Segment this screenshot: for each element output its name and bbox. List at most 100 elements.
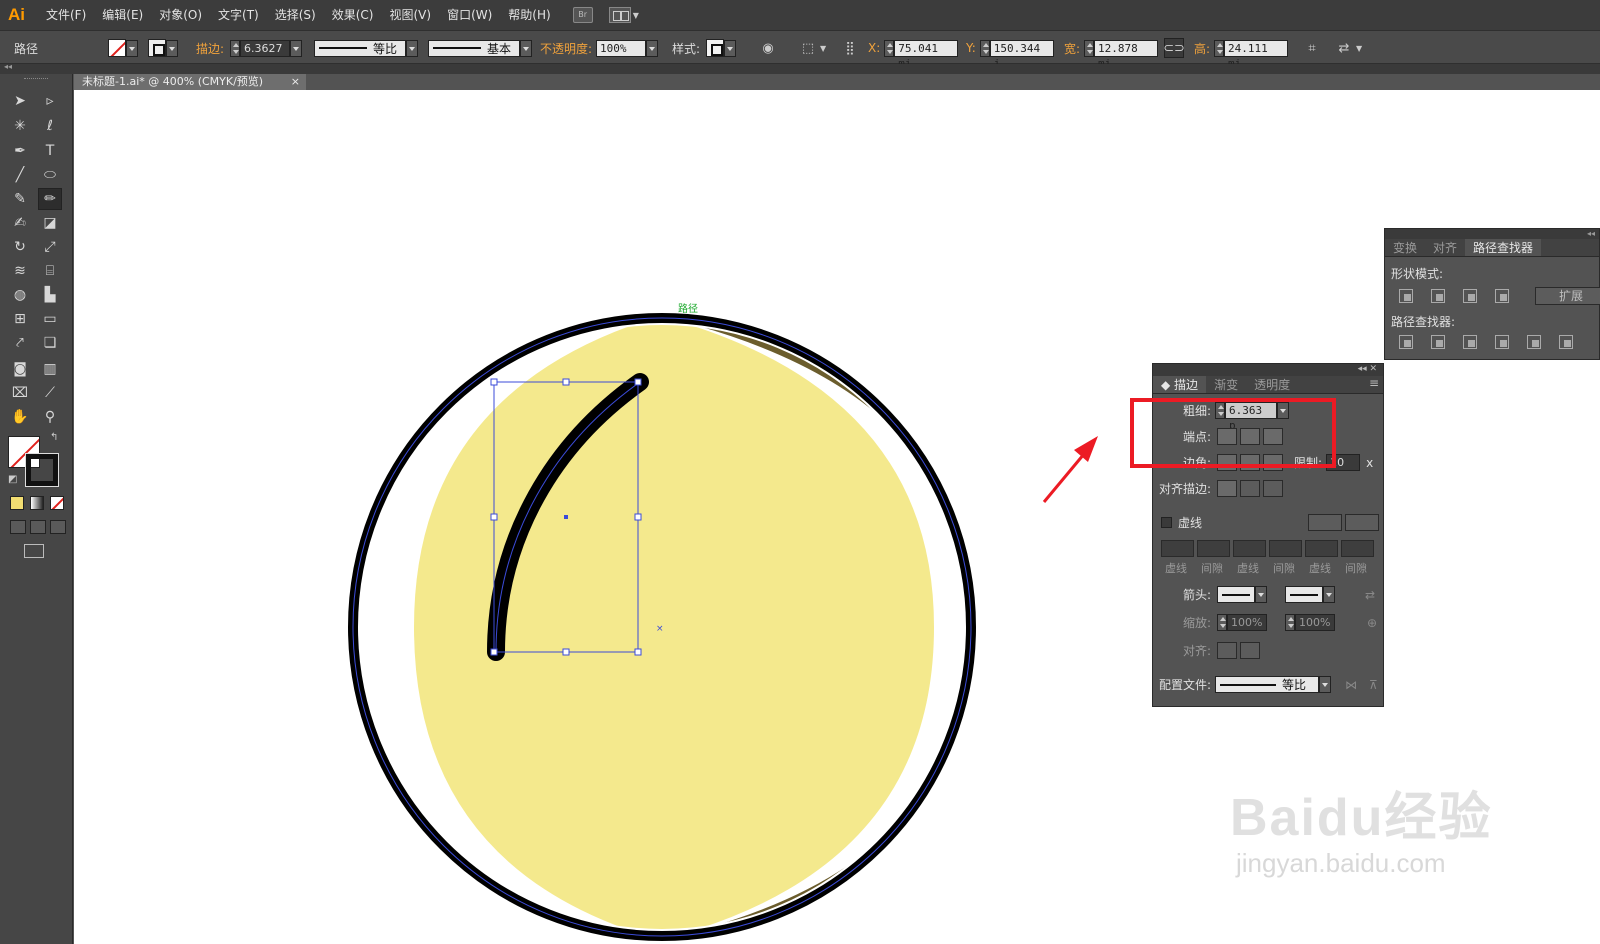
draw-inside-icon[interactable] — [50, 520, 66, 534]
unite-icon[interactable] — [1399, 289, 1413, 303]
paintbrush-tool-icon[interactable]: ✎ — [8, 188, 32, 210]
screen-mode-icon[interactable] — [24, 544, 44, 558]
width-field[interactable]: 12.878 mi — [1094, 39, 1159, 70]
swap-arrowheads-icon[interactable]: ⇄ — [1365, 588, 1375, 602]
gap-field-1[interactable] — [1197, 540, 1230, 557]
end-arrowhead[interactable] — [1285, 586, 1324, 603]
fill-swatch[interactable] — [108, 39, 126, 57]
minus-front-icon[interactable] — [1431, 289, 1445, 303]
start-arrowhead[interactable] — [1217, 586, 1256, 603]
eraser-tool-icon[interactable]: ◪ — [38, 212, 62, 234]
profile-dropdown-stroke[interactable] — [1319, 676, 1332, 693]
stroke-color-box[interactable] — [25, 453, 59, 487]
stroke-weight-label[interactable]: 描边: — [196, 40, 224, 57]
width-spinner[interactable] — [1084, 39, 1095, 57]
tab-pathfinder[interactable]: 路径查找器 — [1465, 239, 1542, 256]
dash-field-2[interactable] — [1233, 540, 1266, 557]
hand-tool-icon[interactable]: ✋ — [8, 406, 32, 428]
x-field[interactable]: 75.041 mi — [894, 39, 959, 70]
free-transform-tool-icon[interactable]: ⌸ — [38, 260, 62, 282]
tab-transform[interactable]: 变换 — [1385, 239, 1425, 256]
column-graph-tool-icon[interactable]: ▥ — [38, 358, 62, 380]
menu-view[interactable]: 视图(V) — [381, 0, 439, 30]
mesh-tool-icon[interactable]: ⊞ — [8, 308, 32, 330]
start-arrowhead-dropdown[interactable] — [1255, 586, 1268, 603]
shape-builder-tool-icon[interactable]: ◍ — [8, 284, 32, 306]
stroke-dropdown[interactable] — [166, 39, 178, 57]
height-field[interactable]: 24.111 mi — [1224, 39, 1289, 70]
arrange-documents-icon[interactable] — [608, 7, 631, 23]
align-selection-icon[interactable]: ⬚ — [798, 38, 818, 58]
menu-type[interactable]: 文字(T) — [210, 0, 267, 30]
document-tab[interactable]: 未标题-1.ai* @ 400% (CMYK/预览) × — [74, 74, 306, 90]
fill-dropdown[interactable] — [126, 39, 138, 57]
symbol-sprayer-tool-icon[interactable]: ◙ — [8, 358, 32, 380]
pencil-tool-icon[interactable]: ✏ — [38, 188, 62, 210]
align-inside-button[interactable] — [1240, 480, 1261, 497]
pen-tool-icon[interactable]: ✒ — [8, 140, 32, 162]
tab-transparency[interactable]: 透明度 — [1246, 376, 1298, 393]
brush-dropdown[interactable] — [520, 39, 532, 57]
color-mode-icon[interactable] — [10, 496, 24, 510]
gradient-mode-icon[interactable] — [30, 496, 44, 510]
menu-help[interactable]: 帮助(H) — [500, 0, 558, 30]
merge-icon[interactable] — [1463, 335, 1477, 349]
menu-window[interactable]: 窗口(W) — [439, 0, 500, 30]
close-document-icon[interactable]: × — [291, 74, 300, 90]
constrain-proportions-icon[interactable]: ⊂⊃ — [1163, 38, 1185, 58]
flip-along-icon[interactable]: ⋈ — [1345, 678, 1357, 692]
direct-selection-tool-icon[interactable]: ▹ — [38, 90, 62, 112]
warp-tool-icon[interactable]: ≋ — [8, 260, 32, 282]
divide-icon[interactable] — [1399, 335, 1413, 349]
stroke-weight-dropdown[interactable] — [290, 39, 303, 57]
start-scale-field[interactable]: 100% — [1227, 614, 1268, 631]
profile-dropdown[interactable] — [406, 39, 418, 57]
flip-across-icon[interactable]: ⊼ — [1369, 678, 1378, 692]
perspective-grid-tool-icon[interactable]: ▙ — [38, 284, 62, 306]
dash-field-1[interactable] — [1161, 540, 1194, 557]
graphic-style-swatch[interactable] — [706, 39, 725, 57]
swap-fill-stroke-icon[interactable]: ↰ — [50, 432, 58, 443]
collapse-tools-icon[interactable]: ◂◂ — [4, 62, 12, 71]
start-scale-spinner[interactable] — [1217, 614, 1228, 631]
gap-field-3[interactable] — [1341, 540, 1374, 557]
intersect-icon[interactable] — [1463, 289, 1477, 303]
brush-definition[interactable]: 基本 — [428, 39, 520, 57]
height-spinner[interactable] — [1214, 39, 1225, 57]
trim-icon[interactable] — [1431, 335, 1445, 349]
menu-effect[interactable]: 效果(C) — [324, 0, 382, 30]
reference-point-icon[interactable]: ⣿ — [840, 38, 860, 58]
end-arrowhead-dropdown[interactable] — [1323, 586, 1336, 603]
eyedropper-tool-icon[interactable]: ⤤ — [8, 332, 32, 354]
rotate-tool-icon[interactable]: ↻ — [8, 236, 32, 258]
type-tool-icon[interactable]: T — [38, 140, 62, 162]
none-mode-icon[interactable] — [50, 496, 64, 510]
align-center-button[interactable] — [1217, 480, 1238, 497]
selection-tool-icon[interactable]: ➤ — [8, 90, 32, 112]
y-field[interactable]: 150.344 i — [989, 39, 1054, 70]
x-spinner[interactable] — [884, 39, 895, 57]
dash-align-corners-button[interactable] — [1308, 514, 1343, 531]
draw-normal-icon[interactable] — [10, 520, 26, 534]
exclude-icon[interactable] — [1495, 289, 1509, 303]
default-fill-stroke-icon[interactable]: ◩ — [8, 474, 17, 485]
scale-tool-icon[interactable]: ⤢ — [38, 236, 62, 258]
menu-object[interactable]: 对象(O) — [151, 0, 210, 30]
slice-tool-icon[interactable]: ⟋ — [38, 382, 62, 404]
stroke-weight-spinner[interactable] — [230, 39, 241, 57]
outline-icon[interactable] — [1527, 335, 1541, 349]
draw-behind-icon[interactable] — [30, 520, 46, 534]
profile-preview[interactable]: 等比 — [1215, 676, 1320, 693]
dash-field-3[interactable] — [1305, 540, 1338, 557]
stroke-weight-field[interactable]: 6.3627 — [240, 39, 291, 57]
line-tool-icon[interactable]: ╱ — [8, 164, 32, 186]
menu-edit[interactable]: 编辑(E) — [94, 0, 151, 30]
arrow-place-button[interactable] — [1240, 642, 1261, 659]
recolor-artwork-icon[interactable]: ◉ — [758, 38, 778, 58]
opacity-dropdown[interactable] — [646, 39, 659, 57]
isolate-group-icon[interactable]: ⇄ — [1334, 38, 1354, 58]
transform-icon[interactable]: ⌗ — [1302, 38, 1322, 58]
tab-align[interactable]: 对齐 — [1425, 239, 1465, 256]
gradient-tool-icon[interactable]: ▭ — [38, 308, 62, 330]
panel-menu-icon[interactable]: ≡ — [1369, 376, 1379, 393]
